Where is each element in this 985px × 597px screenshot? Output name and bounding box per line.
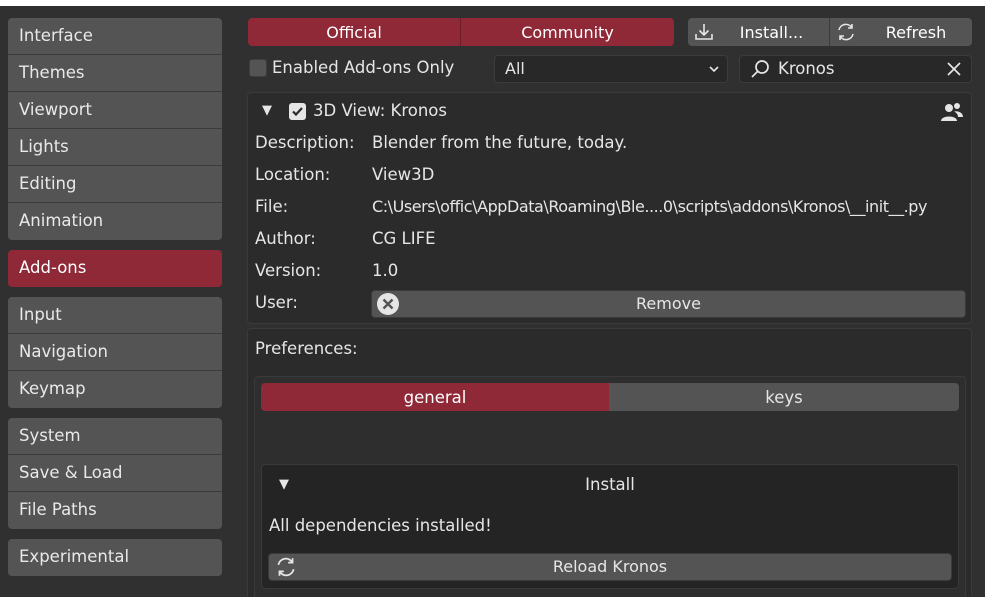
sidebar-item-save-load[interactable]: Save & Load (8, 455, 222, 492)
install-label: Install... (739, 22, 804, 42)
author-value: CG LIFE (372, 229, 436, 248)
remove-label: Remove (636, 294, 701, 313)
file-value: C:\Users\offic\AppData\Roaming\Ble....0\… (372, 197, 927, 216)
addon-title: 3D View: Kronos (313, 101, 447, 120)
sidebar-item-system[interactable]: System (8, 418, 222, 455)
file-label: File: (255, 197, 289, 216)
refresh-button[interactable]: Refresh (829, 18, 972, 46)
preferences-sidebar: Interface Themes Viewport Lights Editing… (8, 18, 222, 586)
sidebar-group-general: Interface Themes Viewport Lights Editing… (8, 18, 222, 240)
search-icon (748, 57, 772, 85)
user-addon-icon (940, 100, 964, 128)
chevron-down-icon (707, 56, 721, 90)
preferences-tabs: general keys (261, 383, 959, 411)
version-value: 1.0 (372, 261, 399, 280)
search-value: Kronos (778, 59, 835, 78)
dependencies-status: All dependencies installed! (269, 516, 492, 535)
author-label: Author: (255, 229, 316, 248)
window-top-edge (0, 0, 985, 6)
category-dropdown[interactable]: All (494, 55, 728, 83)
location-value: View3D (372, 165, 435, 184)
official-button[interactable]: Official (248, 18, 460, 46)
version-label: Version: (255, 261, 322, 280)
install-header[interactable]: Install (261, 475, 959, 494)
sidebar-item-keymap[interactable]: Keymap (8, 371, 222, 408)
sidebar-item-input[interactable]: Input (8, 297, 222, 334)
sidebar-item-themes[interactable]: Themes (8, 55, 222, 92)
install-refresh-group: Install... Refresh (688, 18, 972, 46)
remove-button[interactable]: Remove (371, 290, 966, 318)
enabled-only-label: Enabled Add-ons Only (272, 58, 455, 77)
description-value: Blender from the future, today. (372, 133, 628, 152)
sidebar-item-file-paths[interactable]: File Paths (8, 492, 222, 529)
sidebar-item-interface[interactable]: Interface (8, 18, 222, 55)
sidebar-group-experimental: Experimental (8, 539, 222, 576)
tab-keys[interactable]: keys (609, 383, 959, 411)
download-icon (692, 20, 716, 44)
addon-enabled-checkbox[interactable] (289, 103, 306, 120)
refresh-icon (834, 20, 858, 44)
user-label: User: (255, 293, 298, 312)
sidebar-item-animation[interactable]: Animation (8, 203, 222, 240)
reload-label: Reload Kronos (552, 557, 668, 576)
tab-general[interactable]: general (261, 383, 609, 411)
reload-kronos-button[interactable]: Reload Kronos (268, 553, 952, 581)
clear-search-icon[interactable] (943, 57, 965, 85)
description-label: Description: (255, 133, 355, 152)
sidebar-group-system: System Save & Load File Paths (8, 418, 222, 529)
sidebar-group-addons: Add-ons (8, 250, 222, 287)
category-value: All (505, 59, 525, 78)
sidebar-item-lights[interactable]: Lights (8, 129, 222, 166)
sidebar-group-input: Input Navigation Keymap (8, 297, 222, 408)
location-label: Location: (255, 165, 331, 184)
enabled-only-checkbox[interactable] (249, 59, 267, 77)
sidebar-item-viewport[interactable]: Viewport (8, 92, 222, 129)
community-button[interactable]: Community (460, 18, 674, 46)
addon-source-toggle: Official Community (248, 18, 674, 46)
sidebar-item-addons[interactable]: Add-ons (8, 250, 222, 287)
sidebar-item-navigation[interactable]: Navigation (8, 334, 222, 371)
install-button[interactable]: Install... (688, 18, 829, 46)
sidebar-item-experimental[interactable]: Experimental (8, 539, 222, 576)
search-field[interactable]: Kronos (739, 55, 972, 83)
collapse-triangle-icon[interactable]: ▼ (262, 103, 272, 118)
sidebar-item-editing[interactable]: Editing (8, 166, 222, 203)
refresh-label: Refresh (885, 22, 947, 42)
preferences-label: Preferences: (255, 339, 358, 358)
